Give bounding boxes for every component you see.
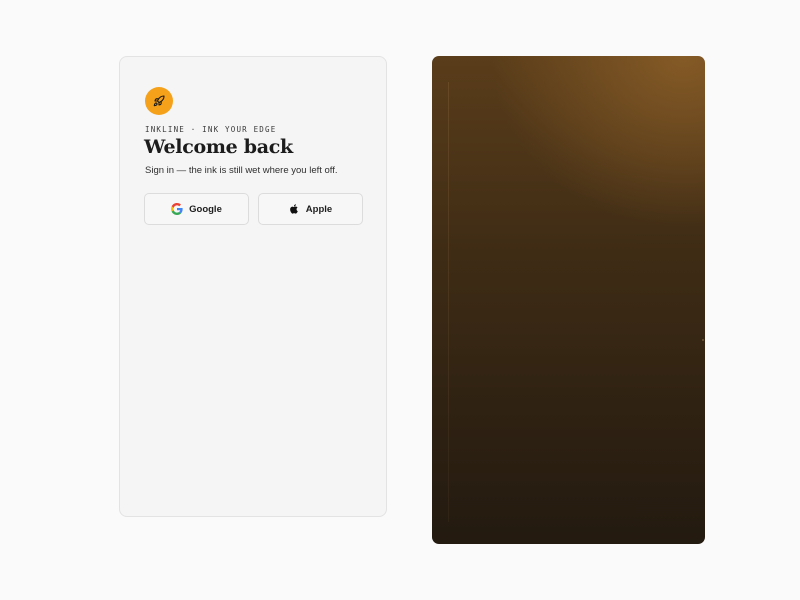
google-button-label: Google xyxy=(189,203,222,215)
page-title: Welcome back xyxy=(144,136,293,158)
hero-image-panel xyxy=(432,56,705,544)
apple-button-label: Apple xyxy=(305,203,333,215)
google-icon xyxy=(171,203,183,215)
hero-frame-line xyxy=(448,82,449,522)
google-sign-in-button[interactable]: Google xyxy=(144,193,249,225)
brand-logo xyxy=(145,87,173,115)
rocket-icon xyxy=(153,95,165,107)
apple-icon xyxy=(289,203,300,215)
brand-eyebrow: INKLINE · INK YOUR EDGE xyxy=(145,125,277,134)
hero-accent-dot xyxy=(702,339,704,341)
login-card: INKLINE · INK YOUR EDGE Welcome back Sig… xyxy=(119,56,387,517)
apple-sign-in-button[interactable]: Apple xyxy=(258,193,363,225)
auth-page: INKLINE · INK YOUR EDGE Welcome back Sig… xyxy=(0,0,800,600)
page-subtitle: Sign in — the ink is still wet where you… xyxy=(145,165,338,176)
